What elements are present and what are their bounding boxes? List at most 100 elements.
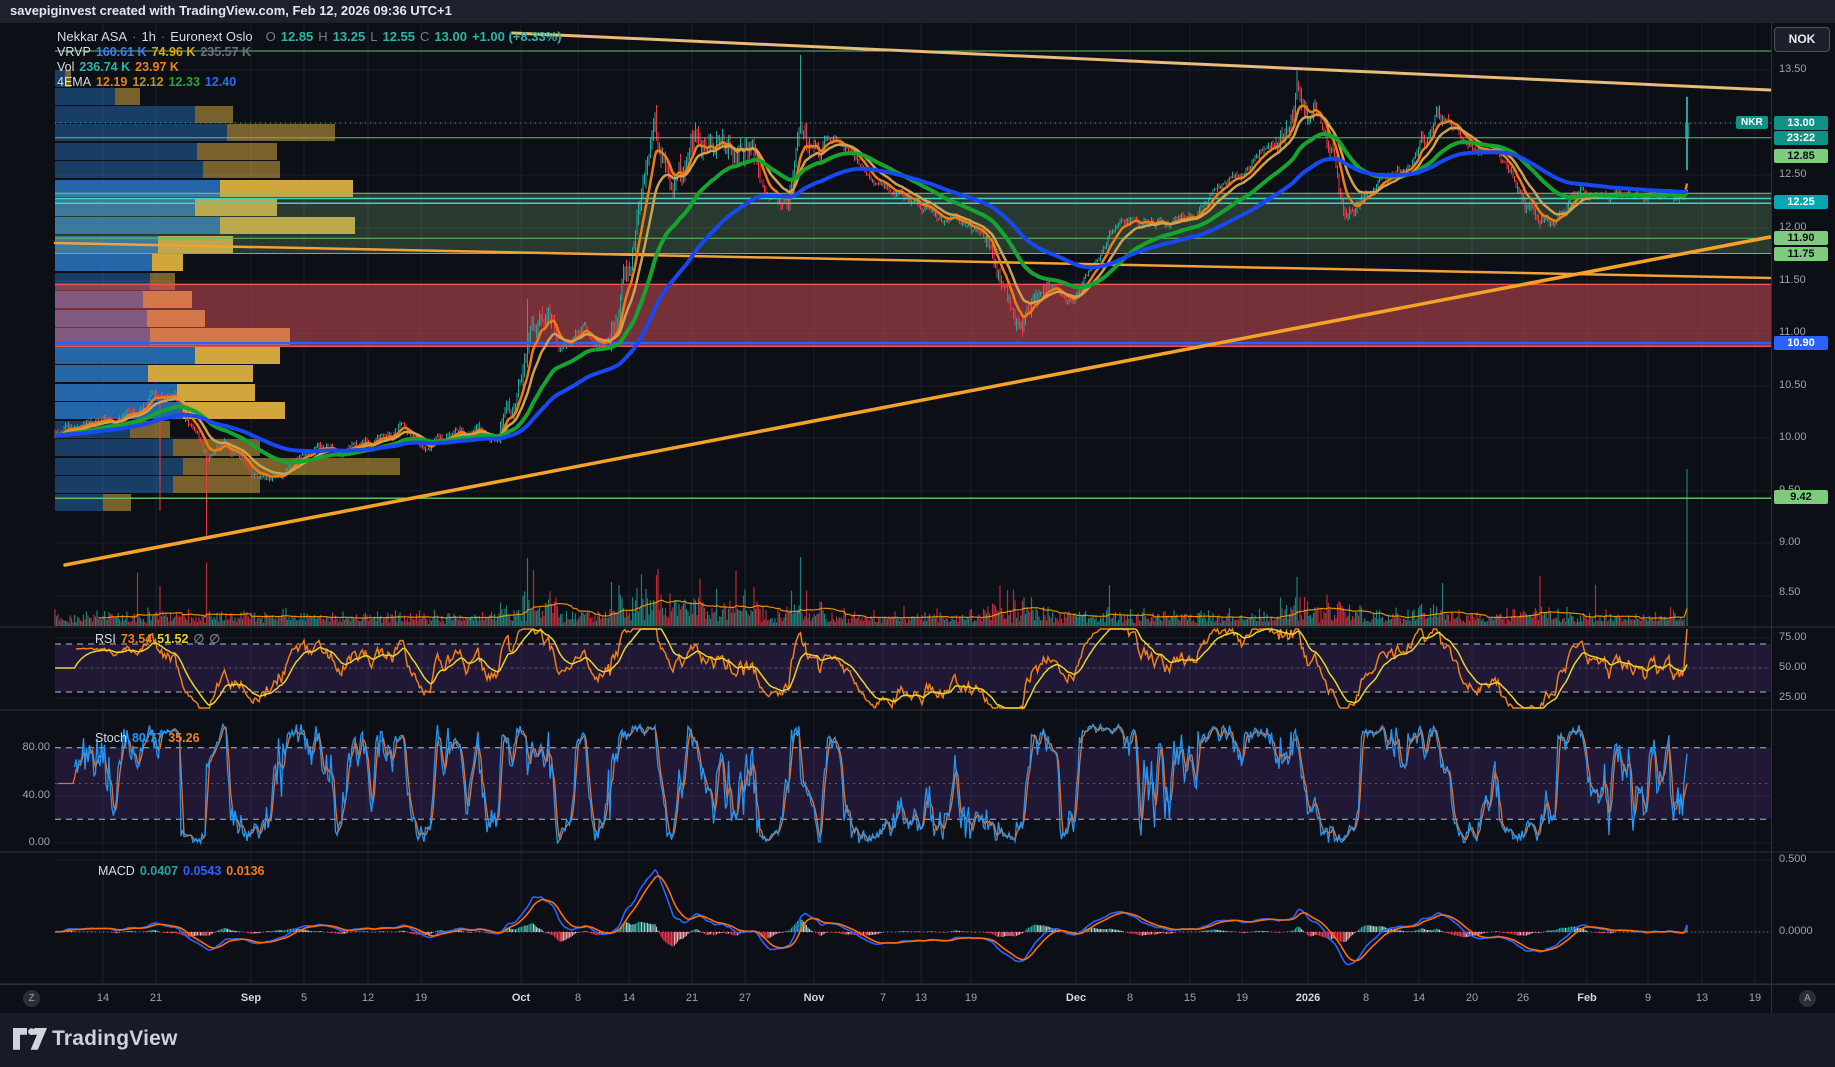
price-axis-label: 9.00: [1779, 536, 1800, 548]
vp-down-volume-bar: [195, 347, 280, 364]
exchange: Euronext Oslo: [170, 29, 252, 44]
vrvp-legend[interactable]: VRVP 160.61 K 74.96 K 235.57 K: [57, 45, 251, 59]
stoch-axis-label: 80.00: [0, 741, 50, 753]
vp-up-volume-bar: [55, 476, 173, 493]
stoch-axis-label: 40.00: [0, 789, 50, 801]
price-axis[interactable]: 13.5012.5012.0011.5011.0010.5010.009.509…: [1771, 22, 1835, 1013]
time-axis-label: 14: [1413, 992, 1425, 1004]
symbol-price-tag: NKR: [1736, 116, 1768, 129]
macd-legend[interactable]: MACD 0.0407 0.0543 0.0136: [98, 864, 265, 878]
time-axis-label: 7: [880, 992, 886, 1004]
time-axis-label: Feb: [1577, 992, 1597, 1004]
vp-down-volume-bar: [115, 88, 140, 105]
low-value: 12.55: [382, 29, 415, 44]
change-value: +1.00 (+8.33%): [472, 29, 562, 44]
vp-up-volume-bar: [55, 254, 152, 271]
high-value: 13.25: [333, 29, 366, 44]
demand-zone-red[interactable]: [55, 284, 1771, 346]
time-axis-label: Oct: [512, 992, 530, 1004]
vp-up-volume-bar: [55, 458, 183, 475]
tradingview-logo-icon[interactable]: [12, 1027, 48, 1055]
price-badge: 12.85: [1774, 149, 1828, 163]
vp-down-volume-bar: [152, 254, 183, 271]
vp-up-volume-bar: [55, 106, 195, 123]
rsi-legend[interactable]: RSI 73.54 51.52 ∅ ∅: [95, 631, 220, 646]
time-axis-label: 26: [1517, 992, 1529, 1004]
ema-legend[interactable]: 4EMA 12.19 12.12 12.33 12.40: [57, 75, 236, 89]
vp-up-volume-bar: [55, 494, 103, 511]
open-value: 12.85: [281, 29, 314, 44]
volume-legend[interactable]: Vol 236.74 K 23.97 K: [57, 60, 179, 74]
price-axis-label: 0.0000: [1779, 925, 1813, 937]
symbol-legend[interactable]: Nekkar ASA · 1h · Euronext Oslo O 12.85 …: [57, 29, 562, 44]
price-badge: 12.25: [1774, 195, 1828, 209]
time-axis-label: 19: [415, 992, 427, 1004]
price-axis-label: 0.500: [1779, 853, 1807, 865]
price-badge: 23:22: [1774, 131, 1828, 145]
price-axis-label: 8.50: [1779, 586, 1800, 598]
vp-up-volume-bar: [55, 347, 195, 364]
attribution-text: savepiginvest created with TradingView.c…: [10, 3, 452, 18]
symbol-name[interactable]: Nekkar ASA: [57, 29, 127, 44]
tradingview-brand[interactable]: TradingView: [52, 1027, 178, 1051]
time-axis-label: 8: [575, 992, 581, 1004]
time-axis-label: 8: [1363, 992, 1369, 1004]
time-axis-label: Sep: [241, 992, 261, 1004]
vp-up-volume-bar: [55, 439, 173, 456]
price-badge: 11.75: [1774, 247, 1828, 261]
vp-down-volume-bar: [177, 384, 255, 401]
stoch-legend[interactable]: Stoch 80.77 35.26: [95, 731, 200, 745]
time-axis-label: 21: [686, 992, 698, 1004]
vp-down-volume-bar: [203, 161, 280, 178]
vp-up-volume-bar: [55, 161, 203, 178]
close-value: 13.00: [434, 29, 467, 44]
time-axis[interactable]: 14 21 Sep 5 12 19 Oct 8 14 21 27 Nov 7 13 19 Dec 8 15 19 20…: [0, 984, 1835, 1014]
vp-down-volume-bar: [197, 143, 277, 160]
auto-scale-button[interactable]: A: [1799, 990, 1816, 1007]
time-axis-label: 19: [1749, 992, 1761, 1004]
price-axis-label: 75.00: [1779, 631, 1807, 643]
time-axis-label: Dec: [1066, 992, 1086, 1004]
time-axis-label: 19: [1236, 992, 1248, 1004]
time-axis-label: 5: [301, 992, 307, 1004]
vp-down-volume-bar: [103, 494, 131, 511]
chart-canvas[interactable]: [0, 0, 1835, 1067]
vp-down-volume-bar: [227, 124, 335, 141]
vp-down-volume-bar: [148, 365, 253, 382]
time-axis-label: 9: [1645, 992, 1651, 1004]
currency-button[interactable]: NOK: [1774, 27, 1830, 52]
price-axis-label: 12.50: [1779, 168, 1807, 180]
time-axis-label: 21: [150, 992, 162, 1004]
time-axis-label: 12: [362, 992, 374, 1004]
vp-up-volume-bar: [55, 124, 227, 141]
timeframe[interactable]: 1h: [141, 29, 155, 44]
time-axis-label: Nov: [804, 992, 825, 1004]
time-axis-label: 15: [1184, 992, 1196, 1004]
price-axis-label: 11.50: [1779, 274, 1806, 286]
vp-up-volume-bar: [55, 365, 148, 382]
time-axis-label: 27: [739, 992, 751, 1004]
price-axis-label: 50.00: [1779, 661, 1807, 673]
vp-up-volume-bar: [55, 143, 197, 160]
vp-down-volume-bar: [173, 476, 260, 493]
price-axis-label: 10.50: [1779, 379, 1807, 391]
time-axis-label: 13: [915, 992, 927, 1004]
time-axis-label: 13: [1696, 992, 1708, 1004]
stoch-axis-label: 0.00: [0, 836, 50, 848]
price-badge: 11.90: [1774, 231, 1828, 245]
footer-bar: TradingView: [0, 1013, 1835, 1067]
timezone-button[interactable]: Z: [23, 990, 40, 1007]
time-axis-label: 20: [1466, 992, 1478, 1004]
time-axis-label: 14: [623, 992, 635, 1004]
tradingview-chart-window: savepiginvest created with TradingView.c…: [0, 0, 1835, 1067]
vp-up-volume-bar: [55, 88, 115, 105]
vp-down-volume-bar: [195, 106, 233, 123]
time-axis-label: 19: [965, 992, 977, 1004]
price-axis-label: 10.00: [1779, 431, 1807, 443]
price-badge: 9.42: [1774, 490, 1828, 504]
attribution-bar: savepiginvest created with TradingView.c…: [0, 0, 1835, 22]
price-badge: 13.00: [1774, 116, 1828, 130]
price-axis-label: 25.00: [1779, 691, 1807, 703]
time-axis-label: 14: [97, 992, 109, 1004]
time-axis-label: 2026: [1296, 992, 1320, 1004]
